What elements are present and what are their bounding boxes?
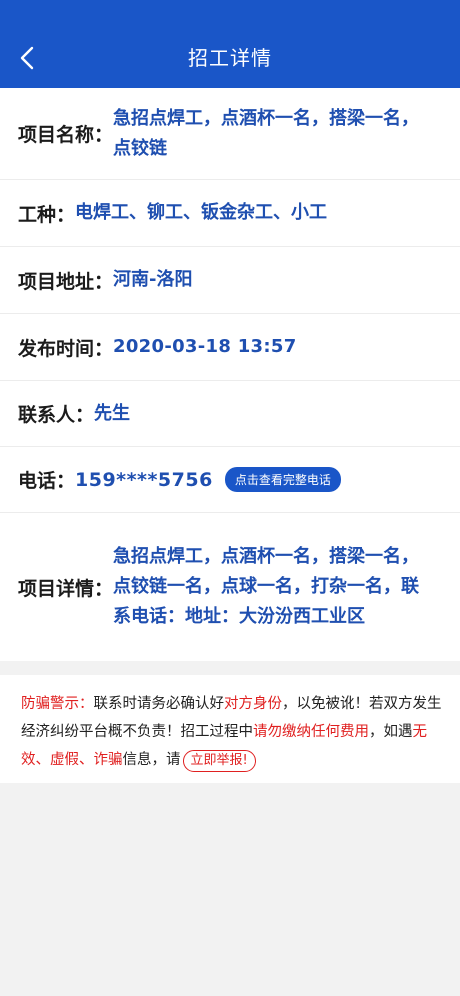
contact-row: 联系人： 先生 xyxy=(0,381,460,447)
trade-row: 工种： 电焊工、铆工、钣金杂工、小工 xyxy=(0,180,460,247)
warning-highlight-2: 请勿缴纳任何费用 xyxy=(253,724,369,740)
project-details-label: 项目详情： xyxy=(18,577,114,600)
publish-time-label: 发布时间： xyxy=(18,337,114,360)
contact-label: 联系人： xyxy=(18,404,95,426)
phone-label: 电话： xyxy=(18,470,76,492)
address-row: 项目地址： 河南-洛阳 xyxy=(0,247,460,314)
address-label: 项目地址： xyxy=(18,270,114,293)
publish-time-row: 发布时间： 2020-03-18 13:57 xyxy=(0,314,460,381)
back-button[interactable] xyxy=(16,46,40,70)
project-details-value: 急招点焊工，点酒杯一名，搭梁一名，点铰链一名，点球一名，打杂一名，联系电话：地址… xyxy=(113,546,420,627)
warning-text-3: ，如遇 xyxy=(369,724,413,740)
phone-value: 159****5756 xyxy=(75,468,213,491)
warning-text-4: 信息，请 xyxy=(122,752,181,768)
project-name-label: 项目名称： xyxy=(18,124,114,146)
phone-row: 电话： 159****5756 点击查看完整电话 xyxy=(0,447,460,513)
warning-title: 防骗警示： xyxy=(21,696,94,712)
trade-value: 电焊工、铆工、钣金杂工、小工 xyxy=(75,202,328,223)
app-header: 招工详情 xyxy=(0,0,460,88)
view-full-phone-button[interactable]: 点击查看完整电话 xyxy=(224,467,341,492)
contact-value: 先生 xyxy=(94,402,131,424)
chevron-left-icon xyxy=(20,46,34,70)
project-name-row: 项目名称： 急招点焊工，点酒杯一名，搭梁一名，点铰链 xyxy=(0,88,460,180)
job-detail-card: 项目名称： 急招点焊工，点酒杯一名，搭梁一名，点铰链 工种： 电焊工、铆工、钣金… xyxy=(0,88,460,661)
address-value: 河南-洛阳 xyxy=(113,269,193,290)
fraud-warning: 防骗警示：联系时请务必确认好对方身份，以免被讹！若双方发生经济纠纷平台概不负责！… xyxy=(0,675,460,783)
project-name-value: 急招点焊工，点酒杯一名，搭梁一名，点铰链 xyxy=(113,107,420,159)
trade-label: 工种： xyxy=(18,203,76,226)
report-button[interactable]: 立即举报! xyxy=(182,750,256,772)
warning-highlight-1: 对方身份 xyxy=(224,696,282,712)
project-details-row: 项目详情： 急招点焊工，点酒杯一名，搭梁一名，点铰链一名，点球一名，打杂一名，联… xyxy=(0,513,460,661)
publish-time-value: 2020-03-18 13:57 xyxy=(113,336,297,357)
warning-text-1: 联系时请务必确认好 xyxy=(93,696,225,712)
page-title: 招工详情 xyxy=(188,46,272,70)
